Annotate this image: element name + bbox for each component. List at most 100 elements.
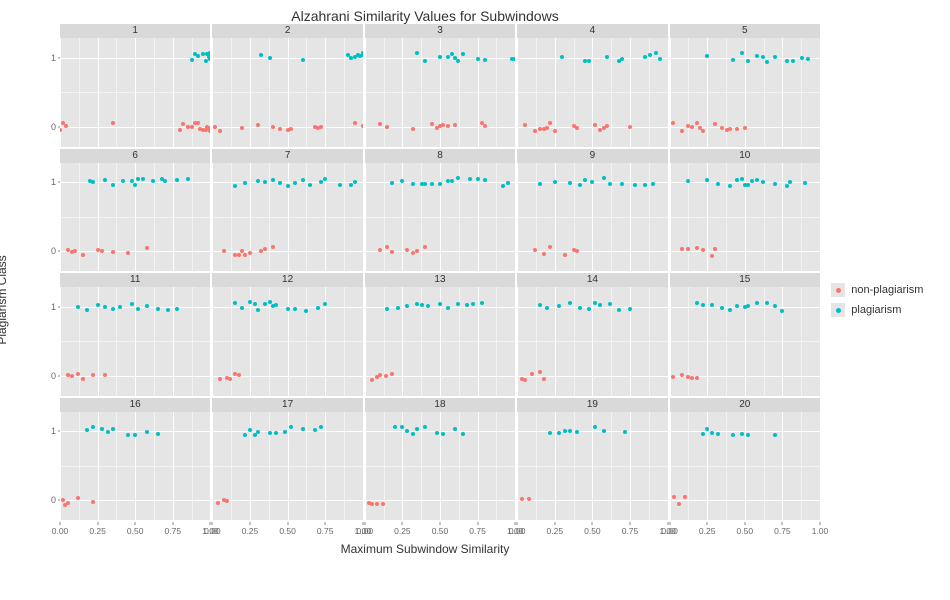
data-point	[542, 377, 546, 381]
data-point	[361, 51, 363, 55]
data-point	[720, 126, 724, 130]
chart-container: Plagiarism Class Alzahrani Similarity Va…	[0, 0, 950, 600]
facet-body	[212, 287, 362, 396]
x-tick-label: 0.00	[661, 526, 678, 536]
data-point	[441, 123, 445, 127]
data-point	[608, 302, 612, 306]
data-point	[76, 496, 80, 500]
facet-strip-label: 4	[517, 24, 667, 38]
data-point	[286, 184, 290, 188]
data-point	[575, 249, 579, 253]
data-point	[256, 308, 260, 312]
data-point	[390, 250, 394, 254]
data-point	[583, 178, 587, 182]
data-point	[456, 302, 460, 306]
data-point	[381, 502, 385, 506]
data-point	[100, 249, 104, 253]
x-tick-mark	[669, 522, 670, 525]
data-point	[538, 303, 542, 307]
facet-strip-label: 17	[212, 398, 362, 412]
data-point	[293, 181, 297, 185]
data-point	[456, 59, 460, 63]
data-point	[806, 57, 810, 61]
data-point	[471, 302, 475, 306]
data-point	[780, 309, 784, 313]
data-point	[578, 183, 582, 187]
data-point	[81, 377, 85, 381]
data-point	[648, 53, 652, 57]
data-point	[283, 430, 287, 434]
data-point	[563, 429, 567, 433]
data-point	[411, 182, 415, 186]
x-tick-label: 0.25	[242, 526, 259, 536]
data-point	[465, 303, 469, 307]
data-point	[710, 303, 714, 307]
data-point	[773, 182, 777, 186]
data-point	[96, 248, 100, 252]
data-point	[166, 308, 170, 312]
data-point	[145, 304, 149, 308]
data-point	[710, 254, 714, 258]
data-point	[385, 307, 389, 311]
data-point	[690, 376, 694, 380]
data-point	[735, 127, 739, 131]
data-point	[274, 431, 278, 435]
facet-panel: 13	[365, 273, 515, 396]
x-tick-mark	[707, 522, 708, 525]
data-point	[233, 184, 237, 188]
data-point	[755, 54, 759, 58]
data-point	[731, 58, 735, 62]
data-point	[301, 427, 305, 431]
data-point	[178, 128, 182, 132]
data-point	[396, 306, 400, 310]
data-point	[216, 501, 220, 505]
data-point	[765, 60, 769, 64]
x-tick-label: 0.75	[774, 526, 791, 536]
data-point	[66, 501, 70, 505]
data-point	[548, 431, 552, 435]
y-ticks: 01	[30, 273, 58, 396]
data-point	[400, 425, 404, 429]
data-point	[557, 431, 561, 435]
data-point	[208, 51, 210, 55]
y-tick-label: 0	[51, 122, 56, 132]
data-point	[353, 180, 357, 184]
data-point	[111, 307, 115, 311]
data-point	[568, 301, 572, 305]
data-point	[755, 178, 759, 182]
facet-panel: 15	[670, 273, 820, 396]
data-point	[121, 179, 125, 183]
data-point	[268, 431, 272, 435]
data-point	[323, 177, 327, 181]
data-point	[319, 425, 323, 429]
data-point	[677, 502, 681, 506]
data-point	[390, 181, 394, 185]
facet-body	[60, 412, 210, 521]
data-point	[695, 246, 699, 250]
data-point	[349, 56, 353, 60]
data-point	[237, 253, 241, 257]
data-point	[690, 125, 694, 129]
data-point	[628, 125, 632, 129]
x-tick-mark	[629, 522, 630, 525]
data-point	[593, 123, 597, 127]
data-point	[233, 372, 237, 376]
legend-swatch-icon	[831, 303, 845, 317]
data-point	[256, 430, 260, 434]
data-point	[430, 122, 434, 126]
data-point	[695, 301, 699, 305]
data-point	[390, 372, 394, 376]
data-point	[605, 55, 609, 59]
data-point	[415, 249, 419, 253]
data-point	[575, 430, 579, 434]
x-tick-label: 0.50	[279, 526, 296, 536]
data-point	[201, 52, 205, 56]
data-point	[750, 179, 754, 183]
data-point	[218, 129, 222, 133]
data-point	[453, 427, 457, 431]
facet-strip-label: 9	[517, 149, 667, 163]
data-point	[208, 57, 210, 61]
x-ticks: 0.000.250.500.751.00	[60, 522, 210, 540]
data-point	[593, 425, 597, 429]
data-point	[785, 59, 789, 63]
